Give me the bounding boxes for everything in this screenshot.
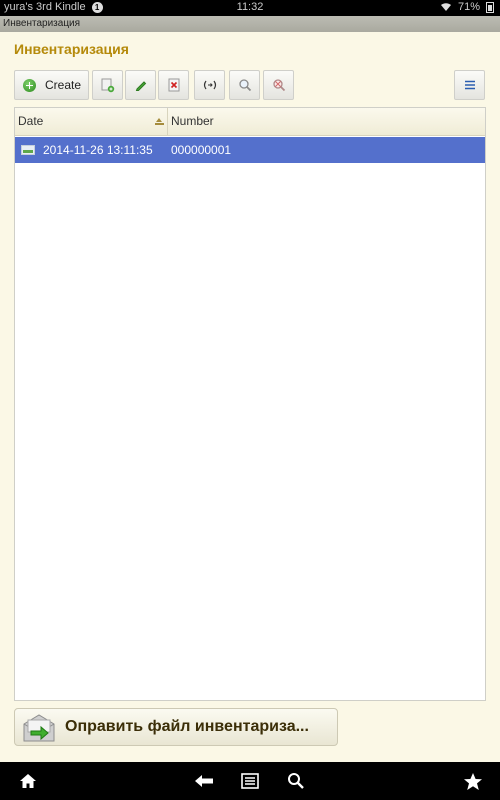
- back-icon: [195, 775, 213, 787]
- column-header-date-label: Date: [18, 114, 44, 128]
- create-button[interactable]: Create: [14, 70, 89, 100]
- status-time: 11:32: [236, 1, 264, 13]
- send-inventory-file-button[interactable]: Оправить файл инвентариза...: [14, 708, 338, 746]
- sort-ascending-icon: [155, 118, 164, 126]
- app-content: Инвентаризация Create Date Number 2014-1…: [0, 32, 500, 762]
- status-bar: yura's 3rd Kindle 1 11:32 71%: [0, 0, 500, 16]
- send-inventory-file-label: Оправить файл инвентариза...: [65, 718, 309, 735]
- delete-mark-icon: [168, 78, 179, 91]
- search-button[interactable]: [229, 70, 260, 100]
- system-nav-bar: [0, 762, 500, 800]
- edit-button[interactable]: [125, 70, 156, 100]
- column-header-number-label: Number: [171, 114, 214, 128]
- document-list-table[interactable]: Date Number 2014-11-26 13:11:35 00000000…: [14, 107, 486, 701]
- table-header: Date Number: [15, 108, 485, 136]
- create-button-label: Create: [45, 78, 82, 92]
- menu-icon: [241, 773, 259, 789]
- search-icon: [238, 79, 251, 92]
- menu-icon: [464, 80, 475, 90]
- toolbar: Create: [14, 70, 486, 100]
- search-icon: [288, 773, 304, 789]
- copy-icon: [101, 78, 114, 92]
- add-icon: [23, 78, 36, 92]
- wifi-icon: [440, 3, 451, 12]
- copy-button[interactable]: [92, 70, 123, 100]
- table-row[interactable]: 2014-11-26 13:11:35 000000001: [15, 137, 485, 163]
- more-menu-button[interactable]: [454, 70, 485, 100]
- favorites-icon: [464, 772, 482, 790]
- clear-search-icon: [272, 79, 285, 92]
- document-icon: [21, 145, 35, 155]
- code-button[interactable]: [194, 70, 225, 100]
- column-header-number[interactable]: Number: [168, 108, 485, 136]
- battery-percent: 71%: [457, 1, 480, 13]
- clear-search-button[interactable]: [263, 70, 294, 100]
- nav-favorites-button[interactable]: [461, 770, 485, 792]
- nav-menu-button[interactable]: [238, 770, 262, 792]
- nav-search-button[interactable]: [284, 770, 308, 792]
- page-title: Инвентаризация: [14, 41, 129, 57]
- column-header-date[interactable]: Date: [15, 108, 168, 136]
- home-icon: [20, 774, 36, 788]
- window-title: Инвентаризация: [3, 18, 81, 29]
- row-date: 2014-11-26 13:11:35: [43, 143, 153, 157]
- row-number: 000000001: [171, 143, 232, 157]
- pencil-icon: [135, 81, 146, 91]
- envelope-send-icon: [23, 714, 55, 742]
- mark-delete-button[interactable]: [158, 70, 189, 100]
- nav-back-button[interactable]: [192, 770, 216, 792]
- code-brackets-icon: [203, 80, 216, 90]
- nav-home-button[interactable]: [16, 770, 40, 792]
- battery-icon: [486, 1, 494, 13]
- window-title-bar: Инвентаризация: [0, 16, 500, 32]
